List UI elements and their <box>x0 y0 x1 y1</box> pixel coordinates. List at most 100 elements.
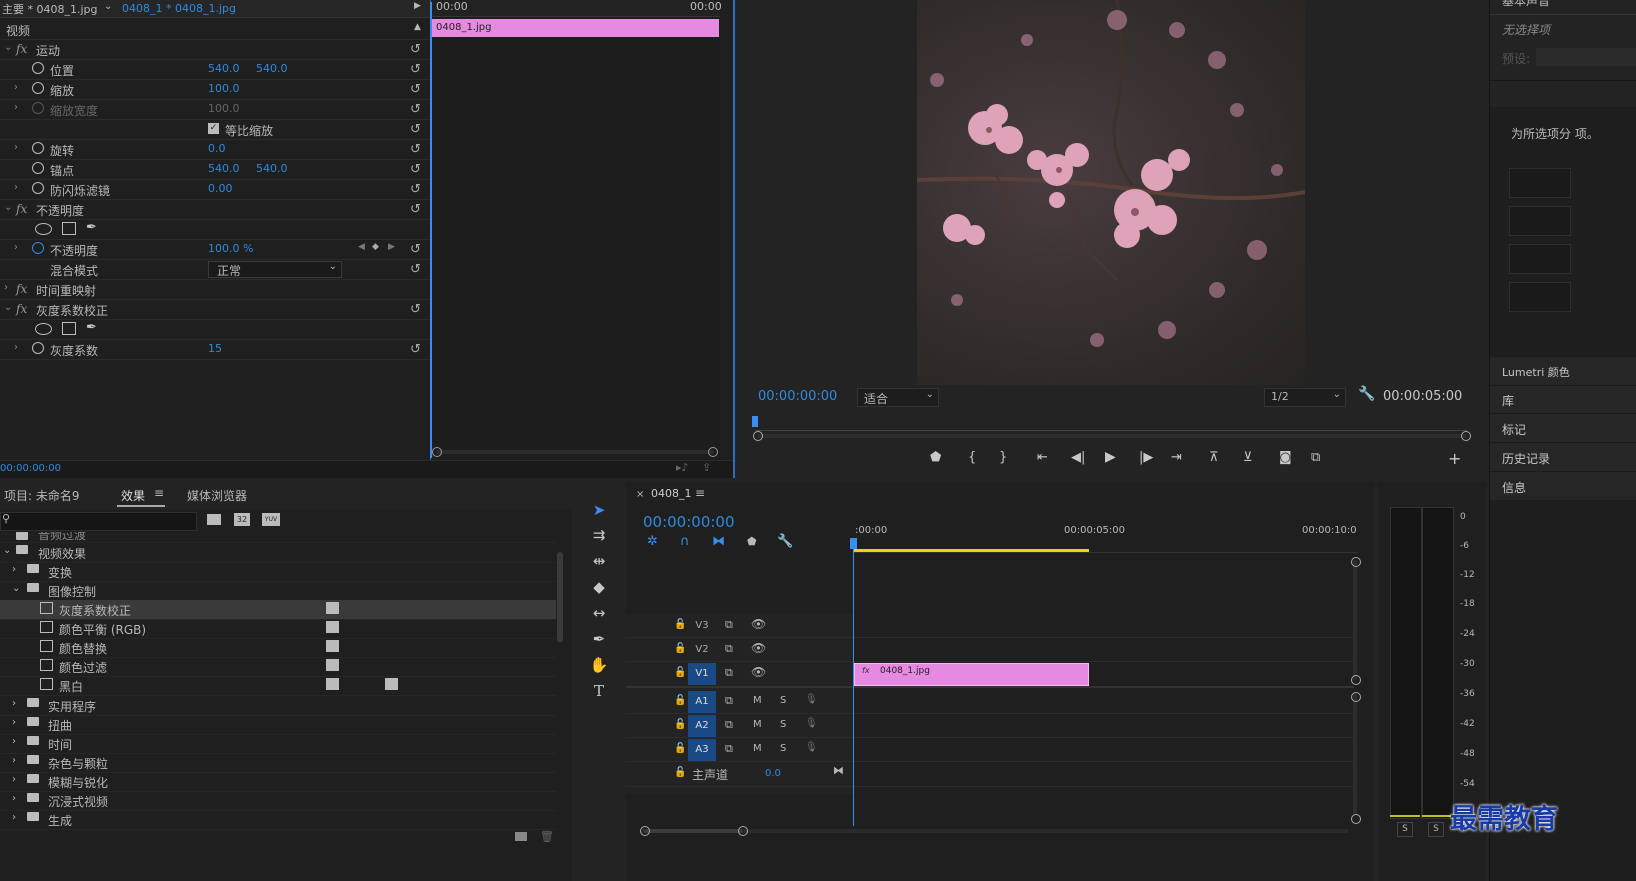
tree-row-noise-grain[interactable]: › 杂色与颗粒 <box>0 753 556 773</box>
tab-media-browser[interactable]: 媒体浏览器 <box>187 487 247 504</box>
mark-out-icon[interactable]: } <box>999 450 1007 465</box>
chevron-right-icon[interactable]: › <box>12 564 16 575</box>
ec-ruler[interactable] <box>432 0 720 17</box>
chevron-down-icon[interactable]: ⌄ <box>12 583 20 594</box>
sync-lock-icon[interactable]: ⧉ <box>725 642 733 656</box>
step-back-icon[interactable]: ◀| <box>1071 450 1085 465</box>
rectangle-mask-icon[interactable] <box>62 322 76 335</box>
chevron-right-icon[interactable]: › <box>14 82 18 93</box>
chevron-right-icon[interactable]: › <box>12 736 16 747</box>
timeline-tab[interactable]: 0408_1 <box>651 487 692 500</box>
type-button-ambience[interactable] <box>1509 282 1571 312</box>
mute-button[interactable]: M <box>753 743 762 754</box>
timeline-timecode[interactable]: 00:00:00:00 <box>643 513 735 531</box>
linked-selection-icon[interactable]: ⧓ <box>712 534 725 549</box>
ec-play-icon[interactable]: ▶ <box>414 1 421 11</box>
ec-opacity-group-row[interactable]: ⌄ fx 不透明度 ↺ <box>0 199 430 220</box>
lock-icon[interactable]: 🔓 <box>674 667 686 678</box>
side-item-history[interactable]: 历史记录 <box>1502 450 1550 467</box>
stopwatch-icon[interactable] <box>32 82 44 94</box>
next-keyframe-icon[interactable]: ▶ <box>388 242 395 252</box>
program-video-frame[interactable] <box>917 0 1305 385</box>
tree-row-effect-color-balance[interactable]: 颜色平衡 (RGB) <box>0 619 556 639</box>
chevron-down-icon[interactable]: ⌄ <box>4 202 12 213</box>
reset-icon[interactable]: ↺ <box>410 102 421 117</box>
reset-icon[interactable]: ↺ <box>410 162 421 177</box>
solo-button[interactable]: S <box>780 695 786 706</box>
tree-row-effect-gamma[interactable]: 灰度系数校正 <box>0 600 556 620</box>
comparison-view-icon[interactable]: ⧉ <box>1311 450 1320 465</box>
ec-scrollbar[interactable] <box>436 450 714 454</box>
tab-menu-icon[interactable]: ≡ <box>154 486 164 500</box>
reset-icon[interactable]: ↺ <box>410 302 421 317</box>
quality-select[interactable]: 1/2 ⌄ <box>1264 388 1346 407</box>
position-y-value[interactable]: 540.0 <box>256 62 288 75</box>
ec-tab-chevron-icon[interactable]: ⌄ <box>104 1 112 12</box>
chevron-right-icon[interactable]: › <box>12 698 16 709</box>
type-button-sfx[interactable] <box>1509 244 1571 274</box>
track-select-tool-icon[interactable]: ⇉ <box>588 524 610 546</box>
fx-icon[interactable]: fx <box>16 302 27 316</box>
stopwatch-icon[interactable] <box>32 62 44 74</box>
mark-in-icon[interactable]: { <box>968 450 976 465</box>
scroll-handle-left-icon[interactable] <box>640 826 650 836</box>
chevron-right-icon[interactable]: › <box>14 242 18 253</box>
uniform-scale-checkbox[interactable]: ✓ <box>208 123 219 134</box>
program-playhead[interactable] <box>752 416 758 427</box>
timeline-menu-icon[interactable]: ≡ <box>695 486 705 500</box>
track-target-a3[interactable]: A3 <box>688 739 716 761</box>
chevron-right-icon[interactable]: › <box>12 793 16 804</box>
sync-lock-icon[interactable]: ⧉ <box>725 666 733 680</box>
reset-icon[interactable]: ↺ <box>410 182 421 197</box>
trash-icon[interactable]: 🗑 <box>540 830 554 843</box>
ellipse-mask-icon[interactable] <box>35 323 52 335</box>
chevron-right-icon[interactable]: › <box>12 812 16 823</box>
pen-tool-icon[interactable]: ✒ <box>588 628 610 650</box>
reset-icon[interactable]: ↺ <box>410 82 421 97</box>
eye-icon[interactable]: 👁 <box>751 665 766 679</box>
lock-icon[interactable]: 🔓 <box>674 643 686 654</box>
accelerated-filter-icon[interactable] <box>207 514 221 525</box>
scroll-handle-left-icon[interactable] <box>432 447 442 457</box>
master-value[interactable]: 0.0 <box>765 768 781 779</box>
effects-scrollbar[interactable] <box>557 552 563 642</box>
fx-icon[interactable]: fx <box>16 202 27 216</box>
scroll-handle-icon[interactable] <box>1351 557 1361 567</box>
reset-icon[interactable]: ↺ <box>410 122 421 137</box>
chevron-right-icon[interactable]: › <box>12 774 16 785</box>
add-keyframe-icon[interactable]: ◆ <box>372 242 379 252</box>
work-area-bar[interactable] <box>853 549 1089 552</box>
type-button-dialogue[interactable] <box>1509 168 1571 198</box>
lock-icon[interactable]: 🔓 <box>674 619 686 630</box>
go-to-out-icon[interactable]: ⇥ <box>1171 450 1182 465</box>
mic-icon[interactable]: 🎙 <box>805 718 818 729</box>
camera-icon[interactable]: ◙ <box>1279 450 1292 465</box>
program-timecode[interactable]: 00:00:00:00 <box>758 389 837 404</box>
add-button-icon[interactable]: + <box>1448 449 1461 468</box>
stopwatch-icon[interactable] <box>32 182 44 194</box>
pen-mask-icon[interactable]: ✒ <box>86 320 97 335</box>
scroll-handle-icon[interactable] <box>1351 675 1361 685</box>
track-target-a1[interactable]: A1 <box>688 691 716 713</box>
32bit-filter-icon[interactable]: 32 <box>234 513 250 526</box>
solo-button[interactable]: S <box>780 719 786 730</box>
ellipse-mask-icon[interactable] <box>35 223 52 235</box>
extract-icon[interactable]: ⊻ <box>1243 450 1253 465</box>
mute-button[interactable]: M <box>753 719 762 730</box>
chevron-down-icon[interactable]: ⌄ <box>4 302 12 313</box>
track-target-v2[interactable]: V2 <box>688 639 716 661</box>
go-to-in-icon[interactable]: ⇤ <box>1037 450 1048 465</box>
new-bin-icon[interactable] <box>515 832 527 841</box>
ec-time-remap-row[interactable]: › fx 时间重映射 <box>0 279 430 300</box>
reset-icon[interactable]: ↺ <box>410 142 421 157</box>
ec-gamma-group-row[interactable]: ⌄ fx 灰度系数校正 ↺ <box>0 299 430 320</box>
lift-icon[interactable]: ⊼ <box>1209 450 1219 465</box>
solo-right-button[interactable]: S <box>1428 822 1444 837</box>
reset-icon[interactable]: ↺ <box>410 42 421 57</box>
zoom-handle-left-icon[interactable] <box>753 431 763 441</box>
tree-row-video-effects[interactable]: ⌄ 视频效果 <box>0 543 556 563</box>
stopwatch-active-icon[interactable] <box>32 242 44 254</box>
sync-lock-icon[interactable]: ⧉ <box>725 742 733 756</box>
track-target-v1[interactable]: V1 <box>688 663 716 685</box>
timeline-playhead-line[interactable] <box>853 548 854 826</box>
